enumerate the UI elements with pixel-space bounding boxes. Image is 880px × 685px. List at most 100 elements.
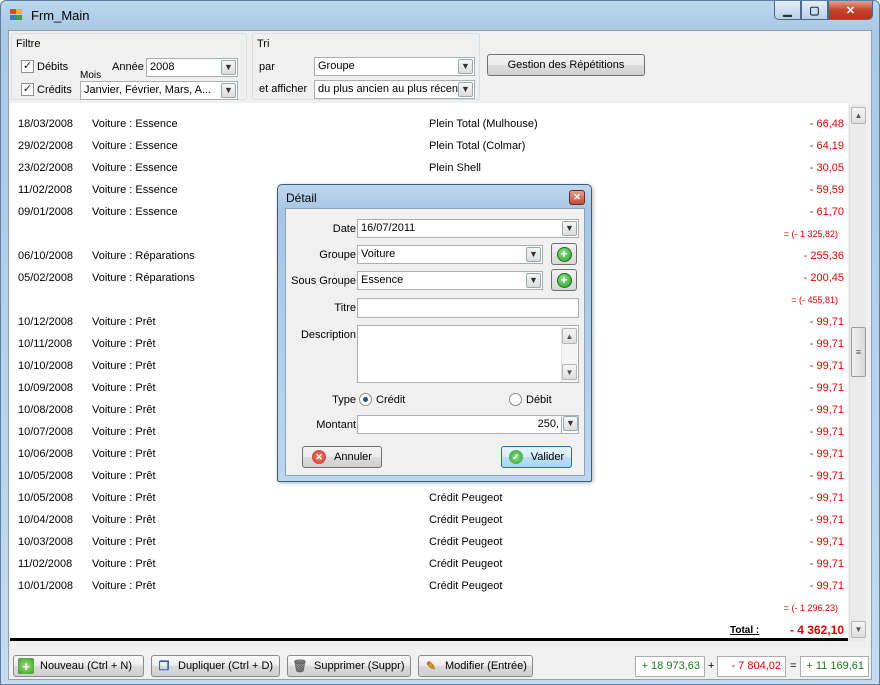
chevron-down-icon[interactable]: ▼ [458,82,473,97]
title-bar[interactable]: Frm_Main ▁ ▢ ✕ [1,1,879,29]
table-row[interactable]: 10/03/2008 Voiture : Prêt Crédit Peugeot - … [10,531,848,553]
plus-operator: + [708,660,715,672]
add-groupe-button[interactable]: + [551,243,577,265]
mois-value: Janvier, Février, Mars, A... [84,84,212,96]
minimize-icon: ▁ [783,4,792,17]
scroll-thumb[interactable]: ≡ [851,327,866,377]
dialog-body: Date 16/07/2011 ▼ Groupe Voiture ▼ + Sou… [285,208,585,476]
gestion-repetitions-button[interactable]: Gestion des Répétitions [487,54,645,76]
close-button[interactable]: ✕ [828,1,873,20]
scroll-down-icon[interactable]: ▼ [851,621,866,638]
row-date: 10/10/2008 [18,360,74,372]
table-row[interactable]: 10/05/2008 Voiture : Prêt Crédit Peugeot - … [10,487,848,509]
row-group: Voiture : Prêt [92,558,156,570]
nouveau-button[interactable]: + Nouveau (Ctrl + N) [13,655,144,677]
description-textarea[interactable]: ▲ ▼ [357,325,579,383]
row-amount: - 99,71 [809,514,844,526]
modifier-button[interactable]: ✎ Modifier (Entrée) [418,655,533,677]
annee-label: Année [112,61,144,73]
add-icon: + [556,246,572,262]
row-amount: - 99,71 [809,448,844,460]
add-sous-groupe-button[interactable]: + [551,269,577,291]
row-group: Voiture : Essence [92,140,178,152]
row-group: Voiture : Prêt [92,404,156,416]
maximize-icon: ▢ [809,4,820,17]
debits-checkbox[interactable]: ✓ [21,60,34,73]
table-row[interactable]: 23/02/2008 Voiture : Essence Plein Shell - … [10,157,848,179]
debit-radio-label: Débit [526,394,552,406]
description-label: Description [300,329,356,341]
cancel-icon: ✕ [312,450,327,464]
table-row[interactable]: 18/03/2008 Voiture : Essence Plein Total (… [10,113,848,135]
supprimer-button[interactable]: 🗑 Supprimer (Suppr) [287,655,411,677]
montant-value: 250, [537,418,559,430]
titre-label: Titre [334,302,356,314]
valider-button[interactable]: ✓ Valider [501,446,572,468]
row-group: Voiture : Essence [92,118,178,130]
row-amount: - 99,71 [809,558,844,570]
description-scrollbar[interactable]: ▲ ▼ [561,327,577,382]
row-group: Voiture : Prêt [92,316,156,328]
row-date: 18/03/2008 [18,118,74,130]
row-date: 10/01/2008 [18,580,74,592]
chevron-down-icon[interactable]: ▼ [221,83,236,98]
annee-value: 2008 [150,61,175,73]
afficher-select[interactable]: du plus ancien au plus récent ▼ [314,80,475,99]
row-amount: - 99,71 [809,404,844,416]
row-title: Plein Total (Mulhouse) [429,118,538,130]
minimize-button[interactable]: ▁ [774,1,801,20]
calendar-dropdown-icon[interactable]: ▼ [562,221,577,236]
chevron-down-icon[interactable]: ▼ [221,60,236,75]
table-row[interactable]: 11/02/2008 Voiture : Prêt Crédit Peugeot - … [10,553,848,575]
chevron-down-icon[interactable]: ▼ [458,59,473,74]
mois-select[interactable]: Janvier, Février, Mars, A... ▼ [80,81,238,100]
credit-radio[interactable] [359,393,372,406]
row-amount: - 99,71 [809,580,844,592]
scroll-down-icon[interactable]: ▼ [562,364,577,380]
montant-dropdown[interactable]: ▼ [561,415,579,434]
table-row[interactable]: 10/04/2008 Voiture : Prêt Crédit Peugeot - … [10,509,848,531]
chevron-down-icon[interactable]: ▼ [526,247,541,262]
table-row[interactable]: 10/01/2008 Voiture : Prêt Crédit Peugeot - … [10,575,848,597]
row-title: Plein Total (Colmar) [429,140,526,152]
row-title: Crédit Peugeot [429,536,503,548]
scroll-up-icon[interactable]: ▲ [562,328,577,344]
list-scrollbar[interactable]: ▲ ≡ ▼ [849,105,866,641]
row-date: 23/02/2008 [18,162,74,174]
row-amount: - 99,71 [809,492,844,504]
row-group: Voiture : Prêt [92,514,156,526]
scroll-up-icon[interactable]: ▲ [851,107,866,124]
row-amount: - 61,70 [809,206,844,218]
subtotal-value: = (- 1 296,23) [783,603,838,613]
table-row[interactable]: 29/02/2008 Voiture : Essence Plein Total (… [10,135,848,157]
add-icon: + [556,272,572,288]
annuler-label: Annuler [334,451,372,463]
dialog-close-icon[interactable]: ✕ [569,190,585,205]
annuler-button[interactable]: ✕ Annuler [302,446,382,468]
date-picker[interactable]: 16/07/2011 ▼ [357,219,579,238]
annee-select[interactable]: 2008 ▼ [146,58,238,77]
total-value: - 4 362,10 [789,623,844,637]
chevron-down-icon[interactable]: ▼ [563,416,578,431]
groupe-select[interactable]: Voiture ▼ [357,245,543,264]
titre-input[interactable] [357,298,579,318]
par-select[interactable]: Groupe ▼ [314,57,475,76]
row-title: Plein Shell [429,162,481,174]
montant-input[interactable]: 250, [357,415,563,434]
valider-label: Valider [530,451,565,463]
sort-group: Tri par Groupe ▼ et afficher du plus anc… [252,33,480,100]
supprimer-label: Supprimer (Suppr) [314,660,405,672]
sous-groupe-select[interactable]: Essence ▼ [357,271,543,290]
par-value: Groupe [318,60,355,72]
credit-radio-label: Crédit [376,394,406,406]
credits-checkbox[interactable]: ✓ [21,83,34,96]
chevron-down-icon[interactable]: ▼ [526,273,541,288]
row-group: Voiture : Essence [92,184,178,196]
row-group: Voiture : Réparations [92,250,195,262]
maximize-button[interactable]: ▢ [801,1,828,20]
row-date: 10/03/2008 [18,536,74,548]
credit-sum: + 18 973,63 [635,656,705,677]
afficher-value: du plus ancien au plus récent [318,83,462,95]
debit-radio[interactable] [509,393,522,406]
dupliquer-button[interactable]: ❐ Dupliquer (Ctrl + D) [151,655,280,677]
